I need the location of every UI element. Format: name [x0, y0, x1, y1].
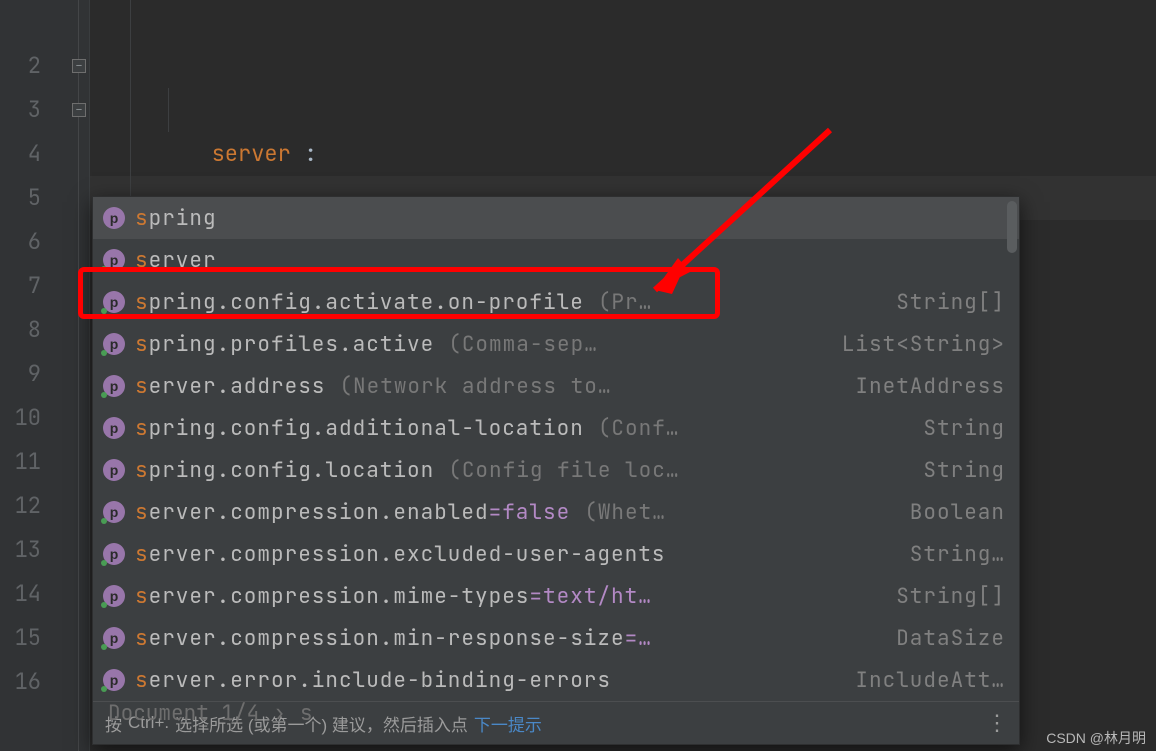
- autocomplete-type: String…: [910, 541, 1005, 568]
- autocomplete-label: spring.profiles.active: [135, 331, 434, 358]
- line-number: 11: [0, 440, 89, 484]
- autocomplete-item[interactable]: p server.compression.excluded-user-agents…: [93, 533, 1019, 575]
- line-number: 7: [0, 264, 89, 308]
- autocomplete-item[interactable]: p spring.config.activate.on-profile (Pr… S…: [93, 281, 1019, 323]
- autocomplete-label: spring: [135, 205, 217, 232]
- line-number: 10: [0, 396, 89, 440]
- autocomplete-hint: (Conf…: [598, 415, 680, 442]
- gutter: 2 − 3 − 4 5 6 7 8 9 10 11 12 13 14 15 16: [0, 0, 90, 751]
- autocomplete-item[interactable]: p spring.config.additional-location (Conf…: [93, 407, 1019, 449]
- line-number: 2 −: [0, 44, 89, 88]
- autocomplete-item[interactable]: pspring: [93, 197, 1019, 239]
- autocomplete-item[interactable]: p spring.profiles.active (Comma-sep… List<…: [93, 323, 1019, 365]
- line-number: 4: [0, 132, 89, 176]
- property-icon: p: [103, 417, 125, 439]
- autocomplete-hint: (Comma-sep…: [448, 331, 598, 358]
- autocomplete-item[interactable]: p server.compression.enabled=false (Whet……: [93, 491, 1019, 533]
- autocomplete-item[interactable]: p server.error.include-binding-errors Incl…: [93, 659, 1019, 701]
- autocomplete-item[interactable]: p server.compression.mime-types=text/ht… S…: [93, 575, 1019, 617]
- line-number: 12: [0, 484, 89, 528]
- code-line[interactable]: server :: [90, 44, 1156, 88]
- autocomplete-hint: (Whet…: [584, 499, 666, 526]
- line-number: 9: [0, 352, 89, 396]
- autocomplete-popup: pspringpserverpspring.config.activate.on…: [92, 196, 1020, 745]
- autocomplete-type: String: [923, 415, 1005, 442]
- line-number: 16: [0, 660, 89, 704]
- chevron-right-icon: ›: [273, 700, 286, 727]
- code-line[interactable]: [90, 0, 1156, 44]
- line-number: 13: [0, 528, 89, 572]
- autocomplete-item[interactable]: p spring.config.location (Config file loc…: [93, 449, 1019, 491]
- popup-menu-icon[interactable]: ⋮: [986, 710, 1007, 736]
- line-number: 5: [0, 176, 89, 220]
- autocomplete-label: spring.config.additional-location: [135, 415, 584, 442]
- property-icon: p: [103, 585, 125, 607]
- autocomplete-type: InetAddress: [855, 373, 1005, 400]
- autocomplete-label: spring.config.activate.on-profile: [135, 289, 584, 316]
- autocomplete-label: server.compression.mime-types=text/ht…: [135, 583, 652, 610]
- property-icon: p: [103, 501, 125, 523]
- code-line[interactable]: port : 8081: [90, 88, 1156, 132]
- property-icon: p: [103, 333, 125, 355]
- autocomplete-label: server.compression.enabled=false: [135, 499, 570, 526]
- watermark: CSDN @林月明: [1046, 731, 1146, 745]
- property-icon: p: [103, 291, 125, 313]
- autocomplete-label: server.address: [135, 373, 325, 400]
- next-hint-link[interactable]: 下一提示: [474, 711, 542, 736]
- editor-root: 2 − 3 − 4 5 6 7 8 9 10 11 12 13 14 15 16…: [0, 0, 1156, 751]
- autocomplete-hint: (Network address to…: [339, 373, 611, 400]
- autocomplete-item[interactable]: p server.address (Network address to… Inet…: [93, 365, 1019, 407]
- autocomplete-label: server.error.include-binding-errors: [135, 667, 611, 694]
- autocomplete-label: server: [135, 247, 217, 274]
- code-line[interactable]: [90, 132, 1156, 176]
- property-icon: p: [103, 375, 125, 397]
- breadcrumb-item[interactable]: s: [300, 700, 313, 727]
- popup-scrollbar[interactable]: [1007, 201, 1017, 253]
- line-number: 3 −: [0, 88, 89, 132]
- autocomplete-type: String: [923, 457, 1005, 484]
- property-icon: p: [103, 249, 125, 271]
- autocomplete-type: List<String>: [842, 331, 1005, 358]
- line-number: 6: [0, 220, 89, 264]
- property-icon: p: [103, 669, 125, 691]
- property-icon: p: [103, 543, 125, 565]
- property-icon: p: [103, 207, 125, 229]
- autocomplete-type: DataSize: [896, 625, 1005, 652]
- line-number: 14: [0, 572, 89, 616]
- autocomplete-type: String[]: [896, 289, 1005, 316]
- autocomplete-hint: (Pr…: [598, 289, 652, 316]
- line-number: 15: [0, 616, 89, 660]
- autocomplete-type: String[]: [896, 583, 1005, 610]
- breadcrumbs[interactable]: Document 1/4 › s: [108, 700, 312, 727]
- autocomplete-hint: (Config file loc…: [448, 457, 679, 484]
- breadcrumb-item[interactable]: Document 1/4: [108, 700, 259, 727]
- property-icon: p: [103, 627, 125, 649]
- line-number: [0, 0, 89, 44]
- property-icon: p: [103, 459, 125, 481]
- autocomplete-label: server.compression.min-response-size=…: [135, 625, 652, 652]
- autocomplete-item[interactable]: pserver: [93, 239, 1019, 281]
- autocomplete-item[interactable]: p server.compression.min-response-size=… D…: [93, 617, 1019, 659]
- fold-toggle-icon[interactable]: −: [72, 103, 86, 117]
- autocomplete-label: spring.config.location: [135, 457, 434, 484]
- autocomplete-type: Boolean: [910, 499, 1005, 526]
- autocomplete-type: IncludeAtt…: [855, 667, 1005, 694]
- fold-toggle-icon[interactable]: −: [72, 59, 86, 73]
- line-number: 8: [0, 308, 89, 352]
- autocomplete-label: server.compression.excluded-user-agents: [135, 541, 665, 568]
